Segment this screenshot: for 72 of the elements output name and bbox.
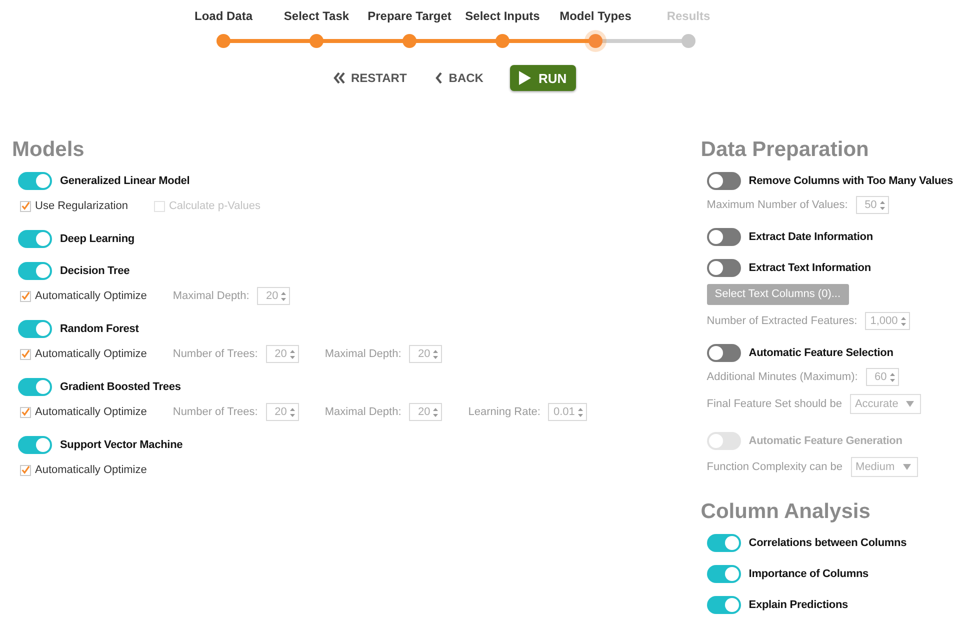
toggle-label: Explain Predictions [748, 599, 848, 611]
field-label: Number of Trees: [172, 406, 258, 418]
step-dot[interactable] [496, 34, 510, 48]
step-dot[interactable] [402, 34, 416, 48]
toggle-label: Random Forest [60, 323, 139, 335]
step-dot[interactable] [584, 30, 606, 52]
field-label: Learning Rate: [468, 406, 540, 418]
toggle-label: Remove Columns with Too Many Values [748, 175, 953, 187]
toggle-switch[interactable] [706, 534, 741, 552]
field-label: Number of Trees: [172, 348, 258, 360]
field-label: Maximal Depth: [172, 290, 250, 302]
checkbox[interactable] [20, 348, 31, 360]
toggle-label: Correlations between Columns [748, 537, 907, 549]
toggle-switch[interactable] [706, 259, 741, 277]
toggle-label: Extract Text Information [748, 262, 871, 274]
toggle-label: Extract Date Information [748, 231, 873, 243]
toggle-switch[interactable] [706, 172, 741, 190]
toggle-label: Automatic Feature Generation [748, 435, 902, 447]
step-dot[interactable] [310, 34, 324, 48]
step-dot[interactable] [216, 34, 230, 48]
section-heading: Models [12, 137, 86, 163]
checkbox-label: Automatically Optimize [35, 464, 147, 476]
step-label[interactable]: Load Data [194, 9, 252, 23]
field-label: Function Complexity can be [706, 461, 843, 473]
checkbox[interactable] [20, 464, 31, 476]
field-label: Maximum Number of Values: [706, 199, 848, 211]
double-chevron-icon [333, 72, 345, 84]
toggle-label: Importance of Columns [748, 568, 868, 580]
field-label: Final Feature Set should be [706, 398, 842, 410]
step-label[interactable]: Model Types [560, 9, 632, 23]
restart-button[interactable]: RESTART [330, 67, 410, 89]
checkbox[interactable] [20, 406, 31, 418]
checkbox[interactable] [20, 290, 31, 302]
checkbox-label: Automatically Optimize [35, 348, 147, 360]
step-label[interactable]: Select Task [284, 9, 350, 23]
step-label[interactable]: Results [666, 9, 710, 23]
play-icon [518, 70, 532, 86]
toggle-switch[interactable] [706, 344, 741, 362]
caret-icon [902, 464, 911, 470]
toggle-switch[interactable] [18, 320, 52, 338]
toggle-label: Automatic Feature Selection [748, 347, 894, 359]
toggle-switch[interactable] [706, 565, 741, 583]
checkbox-label: Use Regularization [35, 200, 128, 212]
toggle-switch[interactable] [18, 378, 52, 396]
section-heading: Data Preparation [700, 137, 870, 163]
back-button[interactable]: BACK [432, 67, 486, 89]
toggle-switch[interactable] [18, 436, 52, 454]
checkbox-label: Calculate p-Values [168, 200, 260, 212]
toggle-switch[interactable] [18, 172, 52, 190]
toggle-label: Support Vector Machine [60, 439, 183, 451]
toggle-label: Deep Learning [60, 233, 134, 245]
toggle-switch[interactable] [706, 596, 741, 614]
toggle-switch[interactable] [706, 228, 741, 246]
step-dot[interactable] [682, 34, 696, 48]
toggle-switch[interactable] [18, 230, 52, 248]
section-heading: Column Analysis [700, 499, 872, 525]
field-label: Additional Minutes (Maximum): [706, 371, 858, 383]
caret-icon [906, 401, 914, 407]
toggle-label: Generalized Linear Model [60, 175, 190, 187]
chevron-left-icon [434, 72, 443, 84]
checkbox[interactable] [20, 200, 31, 212]
toggle-label: Gradient Boosted Trees [60, 381, 181, 393]
field-label: Maximal Depth: [324, 348, 402, 360]
toggle-switch[interactable] [18, 262, 52, 280]
step-label[interactable]: Prepare Target [368, 9, 452, 23]
checkbox-label: Automatically Optimize [35, 290, 147, 302]
step-label[interactable]: Select Inputs [465, 9, 540, 23]
run-button[interactable]: RUN [510, 65, 576, 91]
toggle-label: Decision Tree [60, 265, 130, 277]
checkbox-label: Automatically Optimize [35, 406, 147, 418]
field-label: Maximal Depth: [324, 406, 402, 418]
field-label: Number of Extracted Features: [706, 315, 858, 327]
